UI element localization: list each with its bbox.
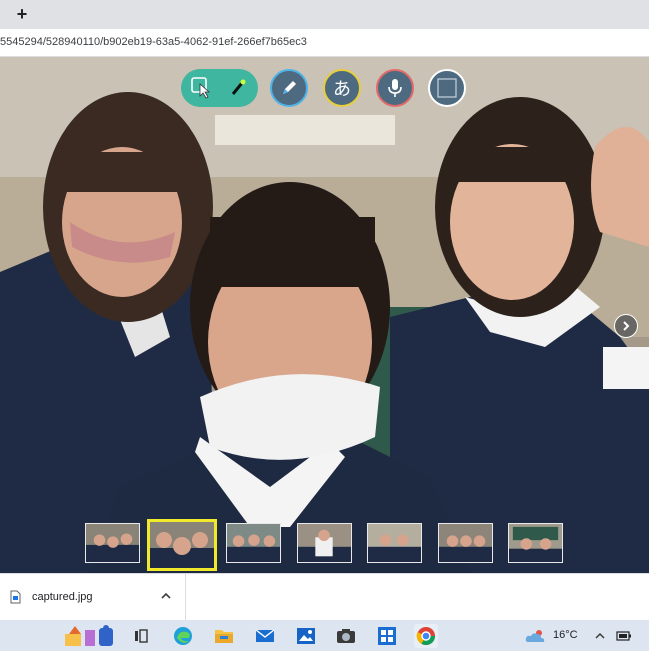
chevron-up-icon[interactable]: [160, 590, 172, 602]
temperature-label: 16°C: [553, 629, 578, 641]
download-filename: captured.jpg: [32, 591, 93, 603]
class-photo: [0, 57, 649, 573]
pointer-tool-group: [181, 69, 258, 107]
tab-strip: +: [0, 0, 649, 29]
next-photo-button[interactable]: [614, 314, 638, 338]
chrome-icon[interactable]: [414, 624, 438, 648]
camera-icon[interactable]: [334, 624, 358, 648]
thumbnail[interactable]: [367, 523, 422, 563]
thumbnail-selected[interactable]: [147, 519, 217, 571]
task-view-icon[interactable]: [130, 624, 154, 648]
file-explorer-icon[interactable]: [212, 624, 236, 648]
url-text[interactable]: 5545294/528940110/b902eb19-63a5-4062-91e…: [0, 36, 307, 48]
edge-icon[interactable]: [171, 624, 195, 648]
pen-icon[interactable]: [270, 69, 308, 107]
thumbnail[interactable]: [508, 523, 563, 563]
new-tab-button[interactable]: +: [12, 4, 32, 24]
thumbnail[interactable]: [226, 523, 281, 563]
thumbnail[interactable]: [438, 523, 493, 563]
thumbnail[interactable]: [85, 523, 140, 563]
download-bar: captured.jpg: [0, 573, 649, 621]
address-bar[interactable]: 5545294/528940110/b902eb19-63a5-4062-91e…: [0, 29, 649, 57]
download-item[interactable]: captured.jpg: [0, 574, 186, 621]
mail-icon[interactable]: [253, 624, 277, 648]
chevron-right-icon: [623, 321, 630, 331]
pointer-icon[interactable]: [183, 69, 221, 107]
weather-icon[interactable]: [524, 624, 548, 648]
text-input-icon[interactable]: あ: [323, 69, 361, 107]
show-hidden-icons-icon[interactable]: [588, 624, 612, 648]
widgets-icon[interactable]: [60, 624, 120, 648]
laser-pointer-icon[interactable]: [219, 69, 257, 107]
microphone-icon[interactable]: [376, 69, 414, 107]
battery-icon[interactable]: [612, 624, 636, 648]
file-icon: [10, 590, 21, 604]
square-frame-icon[interactable]: [428, 69, 466, 107]
photos-icon[interactable]: [294, 624, 318, 648]
drawing-toolbar: あ: [0, 68, 649, 108]
thumbnail-strip: [0, 519, 649, 571]
thumbnail[interactable]: [297, 523, 352, 563]
store-icon[interactable]: [375, 624, 399, 648]
photo-viewer[interactable]: あ: [0, 57, 649, 573]
taskbar: 16°C: [0, 620, 649, 651]
